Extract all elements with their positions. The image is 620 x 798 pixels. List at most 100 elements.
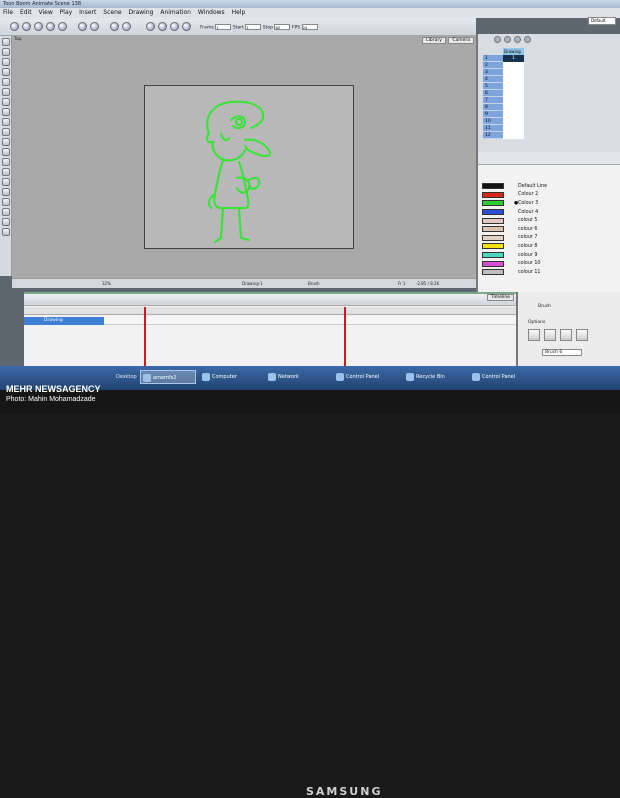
taskbar-item[interactable]: Control Panel bbox=[470, 370, 536, 384]
colour-swatch[interactable] bbox=[482, 269, 504, 276]
tab-camera[interactable]: Camera bbox=[448, 37, 474, 44]
taskbar-item[interactable]: Network bbox=[266, 370, 316, 384]
palette-colour-item[interactable]: ● Colour 3 bbox=[482, 199, 618, 208]
hand-icon[interactable] bbox=[1, 188, 10, 196]
smoothing-button[interactable] bbox=[544, 329, 556, 341]
camera-frame[interactable] bbox=[144, 85, 354, 249]
text-icon[interactable] bbox=[1, 78, 10, 86]
menu-scene[interactable]: Scene bbox=[103, 9, 121, 16]
ellipse-icon[interactable] bbox=[1, 138, 10, 146]
play-last-icon[interactable] bbox=[182, 22, 191, 31]
play-first-icon[interactable] bbox=[146, 22, 155, 31]
playhead-start[interactable] bbox=[144, 307, 146, 368]
tab-library[interactable]: Library bbox=[422, 37, 446, 44]
brush-mode-button[interactable] bbox=[528, 329, 540, 341]
palette-colour-item[interactable]: colour 6 bbox=[482, 225, 618, 234]
palette-colour-item[interactable]: colour 9 bbox=[482, 251, 618, 260]
polyline-icon[interactable] bbox=[1, 158, 10, 166]
playhead-stop[interactable] bbox=[344, 307, 346, 368]
colour-swatch[interactable] bbox=[482, 260, 504, 267]
paint-icon[interactable] bbox=[1, 108, 10, 116]
camera-view[interactable]: Top Library Camera bbox=[12, 36, 476, 278]
insert-keyframe-icon[interactable] bbox=[514, 36, 521, 43]
remove-column-icon[interactable] bbox=[504, 36, 511, 43]
transform-tool-icon[interactable] bbox=[90, 22, 99, 31]
workspace-layout-select[interactable]: Default bbox=[588, 17, 616, 25]
colour-swatch[interactable] bbox=[482, 226, 504, 233]
colour-swatch[interactable] bbox=[482, 183, 504, 190]
palette-colour-item[interactable]: colour 5 bbox=[482, 216, 618, 225]
contour-editor-icon[interactable] bbox=[1, 48, 10, 56]
dropper-icon[interactable] bbox=[1, 98, 10, 106]
xsheet-column-header[interactable]: Drawing bbox=[503, 48, 524, 55]
timeline-layer-drawing[interactable]: Drawing bbox=[24, 317, 104, 325]
auto-close-gap-button[interactable] bbox=[576, 329, 588, 341]
xsheet-column[interactable] bbox=[503, 55, 524, 139]
menu-help[interactable]: Help bbox=[232, 9, 246, 16]
colour-swatch[interactable] bbox=[482, 200, 504, 207]
colour-swatch[interactable] bbox=[482, 252, 504, 259]
spline-offset-icon[interactable] bbox=[1, 228, 10, 236]
tab-timeline[interactable]: Timeline bbox=[486, 294, 514, 301]
taskbar-item[interactable]: amamfs2 bbox=[140, 370, 196, 384]
fps-input[interactable] bbox=[301, 24, 318, 30]
add-column-icon[interactable] bbox=[494, 36, 501, 43]
taskbar-item[interactable]: Recycle Bin bbox=[404, 370, 464, 384]
palette-colour-item[interactable]: Colour 4 bbox=[482, 208, 618, 217]
menu-edit[interactable]: Edit bbox=[20, 9, 32, 16]
open-scene-icon[interactable] bbox=[22, 22, 31, 31]
xsheet-selected-cell[interactable]: 1 bbox=[503, 55, 524, 62]
menu-view[interactable]: View bbox=[39, 9, 53, 16]
palette-colour-item[interactable]: colour 10 bbox=[482, 259, 618, 268]
save-icon[interactable] bbox=[34, 22, 43, 31]
menu-insert[interactable]: Insert bbox=[79, 9, 96, 16]
select-tool-icon[interactable] bbox=[78, 22, 87, 31]
auto-flatten-button[interactable] bbox=[560, 329, 572, 341]
rotate-view-icon[interactable] bbox=[1, 208, 10, 216]
palette-colour-item[interactable]: Colour 2 bbox=[482, 191, 618, 200]
colour-swatch[interactable] bbox=[482, 209, 504, 216]
brush-tool-icon[interactable] bbox=[110, 22, 119, 31]
rectangle-icon[interactable] bbox=[1, 128, 10, 136]
colour-swatch[interactable] bbox=[482, 234, 504, 241]
frame-input[interactable] bbox=[215, 24, 232, 30]
taskbar-item[interactable]: Computer bbox=[200, 370, 256, 384]
menu-file[interactable]: File bbox=[3, 9, 13, 16]
play-icon[interactable] bbox=[158, 22, 167, 31]
zoom-level[interactable]: 32% bbox=[102, 279, 111, 289]
new-scene-icon[interactable] bbox=[10, 22, 19, 31]
cutter-icon[interactable] bbox=[1, 168, 10, 176]
timeline-layer-track[interactable] bbox=[104, 317, 516, 325]
palette-colour-item[interactable]: colour 8 bbox=[482, 242, 618, 251]
colour-swatch[interactable] bbox=[482, 243, 504, 250]
stop-input[interactable] bbox=[274, 24, 291, 30]
morph-icon[interactable] bbox=[1, 218, 10, 226]
desktop-label[interactable]: Desktop bbox=[116, 374, 137, 380]
taskbar-item[interactable]: Control Panel bbox=[334, 370, 394, 384]
line-icon[interactable] bbox=[1, 148, 10, 156]
palette-colour-item[interactable]: Default Line bbox=[482, 182, 618, 191]
pencil-tool-icon[interactable] bbox=[122, 22, 131, 31]
colour-swatch[interactable] bbox=[482, 217, 504, 224]
brush-icon[interactable] bbox=[1, 58, 10, 66]
xsheet-settings-icon[interactable] bbox=[524, 36, 531, 43]
start-input[interactable] bbox=[245, 24, 262, 30]
eraser-icon[interactable] bbox=[1, 88, 10, 96]
select-icon[interactable] bbox=[1, 38, 10, 46]
menu-drawing[interactable]: Drawing bbox=[128, 9, 153, 16]
transform-icon[interactable] bbox=[1, 178, 10, 186]
loop-icon[interactable] bbox=[170, 22, 179, 31]
ink-icon[interactable] bbox=[1, 118, 10, 126]
menu-windows[interactable]: Windows bbox=[198, 9, 225, 16]
colour-swatch[interactable] bbox=[482, 191, 504, 198]
menu-play[interactable]: Play bbox=[60, 9, 73, 16]
pencil-icon[interactable] bbox=[1, 68, 10, 76]
menu-animation[interactable]: Animation bbox=[160, 9, 191, 16]
palette-colour-item[interactable]: colour 7 bbox=[482, 234, 618, 243]
timeline-ruler[interactable] bbox=[24, 307, 516, 315]
undo-icon[interactable] bbox=[46, 22, 55, 31]
brush-preset-select[interactable]: Brush 6 bbox=[542, 349, 582, 356]
palette-colour-item[interactable]: colour 11 bbox=[482, 268, 618, 277]
zoom-icon[interactable] bbox=[1, 198, 10, 206]
redo-icon[interactable] bbox=[58, 22, 67, 31]
